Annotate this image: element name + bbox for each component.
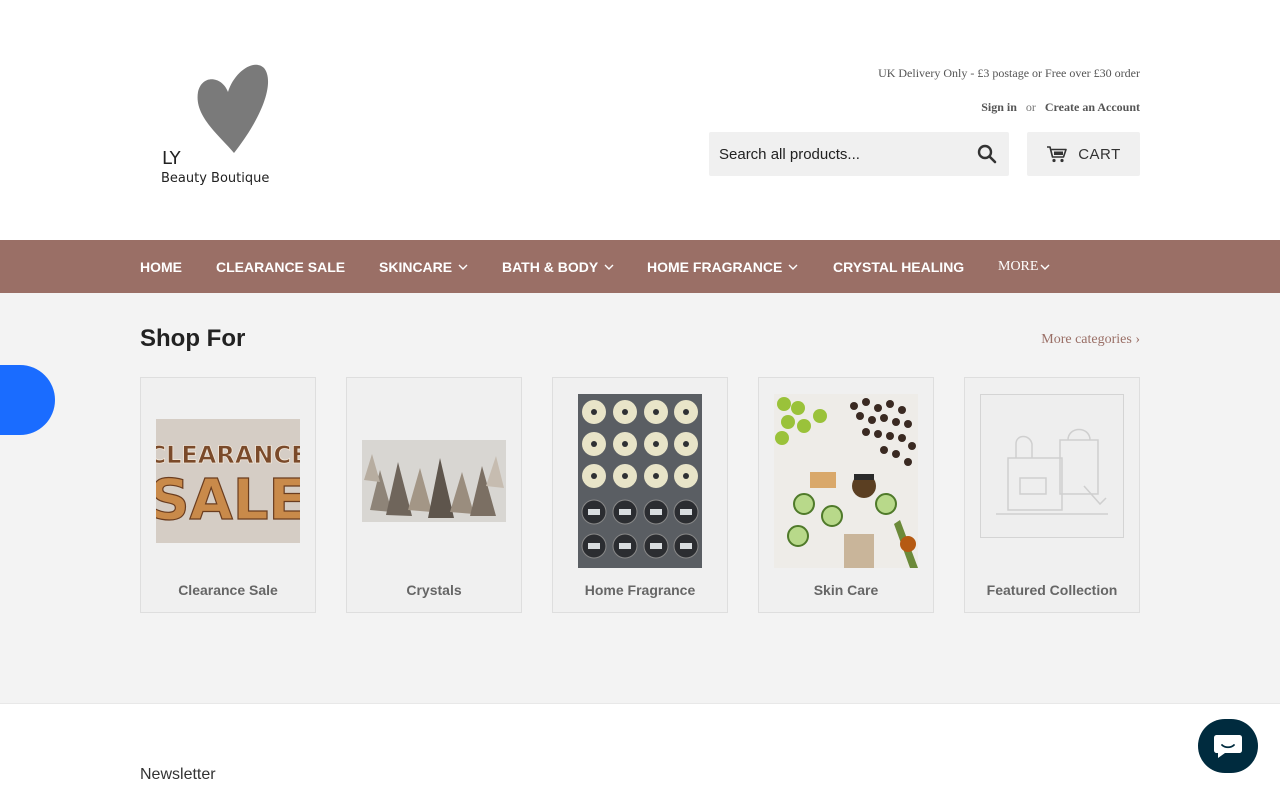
nav-item-skincare[interactable]: SKINCARE	[379, 240, 468, 293]
chat-icon	[1214, 735, 1242, 758]
account-links: Sign in or Create an Account	[981, 100, 1140, 115]
category-card-home-fragrance[interactable]: Home Fragrance	[552, 377, 728, 613]
skin-care-image	[774, 394, 918, 568]
placeholder-collection-image	[980, 394, 1124, 538]
nav-item-bath-body[interactable]: BATH & BODY	[502, 240, 614, 293]
category-card-featured-collection[interactable]: Featured Collection	[964, 377, 1140, 613]
category-cards: CLEARANCE SALE Clearance Sale Crystals H…	[140, 377, 1140, 613]
crystals-image	[362, 440, 506, 522]
search-bar	[709, 132, 1009, 176]
more-categories-link[interactable]: More categories ›	[1041, 332, 1140, 348]
card-label: Home Fragrance	[584, 582, 696, 598]
card-label: Crystals	[406, 582, 462, 598]
category-card-skin-care[interactable]: Skin Care	[758, 377, 934, 613]
nav-item-home[interactable]: HOME	[140, 240, 182, 293]
delivery-notice: UK Delivery Only - £3 postage or Free ov…	[878, 66, 1140, 80]
logo-initials: LY	[162, 148, 182, 169]
cart-icon	[1047, 146, 1068, 163]
site-header: LY Beauty Boutique UK Delivery Only - £3…	[0, 0, 1280, 240]
nav-item-more[interactable]: MORE	[998, 240, 1050, 293]
chat-button[interactable]	[1198, 719, 1258, 773]
section-title: Shop For	[140, 325, 246, 352]
heart-logo-icon: LY Beauty Boutique	[161, 64, 269, 186]
nav-label: HOME FRAGRANCE	[647, 258, 783, 275]
clearance-sale-image: CLEARANCE SALE	[156, 419, 300, 543]
card-label: Skin Care	[813, 582, 879, 598]
nav-label: BATH & BODY	[502, 258, 599, 275]
nav-label: SKINCARE	[379, 258, 453, 275]
sign-in-link[interactable]: Sign in	[981, 100, 1017, 114]
category-card-crystals[interactable]: Crystals	[346, 377, 522, 613]
nav-label: MORE	[998, 258, 1039, 274]
chevron-down-icon	[458, 264, 468, 270]
chevron-down-icon	[788, 264, 798, 270]
nav-item-home-fragrance[interactable]: HOME FRAGRANCE	[647, 240, 798, 293]
image-text-clearance: CLEARANCE	[156, 441, 300, 469]
or-separator: or	[1025, 100, 1036, 114]
image-text-sale: SALE	[156, 468, 300, 533]
search-input[interactable]	[709, 132, 965, 176]
create-account-link[interactable]: Create an Account	[1045, 100, 1140, 114]
card-label: Featured Collection	[986, 582, 1118, 598]
nav-item-clearance-sale[interactable]: CLEARANCE SALE	[216, 240, 345, 293]
nav-label: HOME	[140, 258, 182, 275]
cart-button[interactable]: CART	[1027, 132, 1140, 176]
search-button[interactable]	[977, 144, 997, 164]
card-label: Clearance Sale	[178, 582, 278, 598]
shop-for-section: Shop For More categories › CLEARANCE SAL…	[0, 293, 1280, 703]
search-icon	[977, 144, 997, 164]
category-card-clearance-sale[interactable]: CLEARANCE SALE Clearance Sale	[140, 377, 316, 613]
main-nav: HOME CLEARANCE SALE SKINCARE BATH & BODY…	[0, 240, 1280, 293]
site-logo[interactable]: LY Beauty Boutique	[156, 54, 286, 194]
nav-label: CLEARANCE SALE	[216, 258, 346, 275]
newsletter-heading: Newsletter	[140, 766, 216, 783]
chevron-down-icon	[1040, 264, 1050, 270]
logo-name: Beauty Boutique	[161, 171, 269, 186]
cart-label: CART	[1078, 145, 1121, 163]
nav-label: CRYSTAL HEALING	[833, 258, 965, 275]
chevron-down-icon	[604, 264, 614, 270]
home-fragrance-image	[578, 394, 702, 568]
site-footer: Newsletter	[0, 703, 1280, 800]
nav-item-crystal-healing[interactable]: CRYSTAL HEALING	[833, 240, 964, 293]
